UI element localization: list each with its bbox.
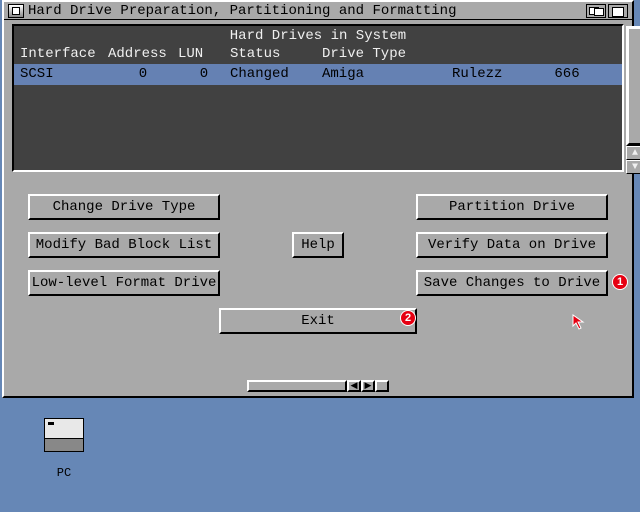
drive-list-panel: Hard Drives in System Interface Address … <box>12 24 624 172</box>
low-level-format-button[interactable]: Low-level Format Drive <box>28 270 220 296</box>
hscroll-track[interactable] <box>247 380 347 392</box>
panel-heading: Hard Drives in System <box>14 26 622 46</box>
window-title: Hard Drive Preparation, Partitioning and… <box>28 3 586 19</box>
save-changes-button[interactable]: Save Changes to Drive <box>416 270 608 296</box>
verify-data-button[interactable]: Verify Data on Drive <box>416 232 608 258</box>
cell-lun: 0 <box>178 66 230 82</box>
button-area: Change Drive Type Partition Drive Modify… <box>4 180 632 340</box>
disk-icon <box>44 418 84 452</box>
annotation-marker-1: 1 <box>612 274 628 290</box>
cell-address: 0 <box>108 66 178 82</box>
help-button[interactable]: Help <box>292 232 344 258</box>
desktop-icon-label: PC <box>38 466 90 480</box>
col-address: Address <box>108 46 178 62</box>
scroll-down-icon[interactable]: ▼ <box>626 160 640 174</box>
zoom-gadget[interactable] <box>586 4 606 18</box>
drive-list-scrollbar[interactable]: ▲ ▼ <box>626 26 640 174</box>
change-drive-type-button[interactable]: Change Drive Type <box>28 194 220 220</box>
exit-button[interactable]: Exit <box>219 308 417 334</box>
partition-drive-button[interactable]: Partition Drive <box>416 194 608 220</box>
cell-status: Changed <box>230 66 322 82</box>
col-lun: LUN <box>178 46 230 62</box>
drive-row-selected[interactable]: SCSI 0 0 Changed Amiga Rulezz 666 <box>14 64 622 85</box>
annotation-marker-2: 2 <box>400 310 416 326</box>
modify-bad-block-button[interactable]: Modify Bad Block List <box>28 232 220 258</box>
panel-column-headers: Interface Address LUN Status Drive Type <box>14 46 622 64</box>
scrollbar-knob[interactable] <box>628 28 640 144</box>
cell-interface: SCSI <box>20 66 108 82</box>
cell-num: 666 <box>542 66 592 82</box>
desktop-drive-icon[interactable]: PC <box>38 418 90 480</box>
col-drivetype: Drive Type <box>322 46 452 62</box>
horizontal-scrollbar[interactable]: ◀ ▶ <box>4 379 632 393</box>
hscroll-left-icon[interactable]: ◀ <box>347 380 361 392</box>
cell-type2: Rulezz <box>452 66 542 82</box>
hscroll-end-icon[interactable] <box>375 380 389 392</box>
scroll-up-icon[interactable]: ▲ <box>626 146 640 160</box>
col-status: Status <box>230 46 322 62</box>
depth-gadget[interactable] <box>608 4 628 18</box>
titlebar[interactable]: Hard Drive Preparation, Partitioning and… <box>4 2 632 20</box>
cell-type1: Amiga <box>322 66 452 82</box>
col-interface: Interface <box>20 46 108 62</box>
main-window: Hard Drive Preparation, Partitioning and… <box>2 0 634 398</box>
hscroll-right-icon[interactable]: ▶ <box>361 380 375 392</box>
close-gadget[interactable] <box>8 4 24 18</box>
scrollbar-track[interactable] <box>626 26 640 146</box>
